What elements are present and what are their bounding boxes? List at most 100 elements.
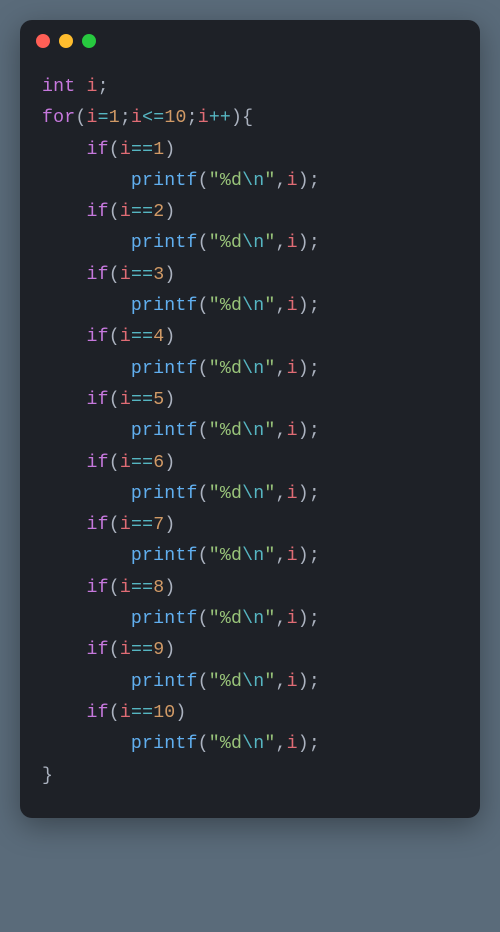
number-literal: 1: [109, 108, 120, 128]
identifier-i: i: [120, 140, 131, 160]
identifier-i: i: [120, 327, 131, 347]
string-quote: ": [209, 672, 220, 692]
string-escape: \n: [242, 233, 264, 253]
comma: ,: [275, 484, 286, 504]
lparen: (: [109, 578, 120, 598]
rparen: ): [164, 578, 175, 598]
rparen: ): [298, 171, 309, 191]
rparen: ): [298, 296, 309, 316]
keyword-if: if: [86, 390, 108, 410]
rparen: ): [298, 233, 309, 253]
lparen: (: [109, 327, 120, 347]
string-body: %d: [220, 734, 242, 754]
lparen: (: [198, 484, 209, 504]
comma: ,: [275, 609, 286, 629]
string-quote: ": [209, 296, 220, 316]
string-quote: ": [209, 359, 220, 379]
rparen: ): [298, 484, 309, 504]
operator-eq: ==: [131, 453, 153, 473]
identifier-i: i: [287, 546, 298, 566]
function-printf: printf: [131, 546, 198, 566]
number-literal: 4: [153, 327, 164, 347]
string-quote: ": [209, 484, 220, 504]
comma: ,: [275, 672, 286, 692]
identifier-i: i: [287, 609, 298, 629]
string-escape: \n: [242, 546, 264, 566]
identifier-i: i: [287, 734, 298, 754]
keyword-int: int: [42, 77, 75, 97]
number-literal: 10: [164, 108, 186, 128]
semicolon: ;: [309, 672, 320, 692]
operator-inc: ++: [209, 108, 231, 128]
comma: ,: [275, 359, 286, 379]
keyword-if: if: [86, 265, 108, 285]
rparen: ): [164, 515, 175, 535]
keyword-for: for: [42, 108, 75, 128]
rparen: ): [164, 265, 175, 285]
identifier-i: i: [120, 640, 131, 660]
string-quote: ": [209, 171, 220, 191]
lparen: (: [198, 296, 209, 316]
comma: ,: [275, 546, 286, 566]
identifier-i: i: [287, 421, 298, 441]
semicolon: ;: [309, 484, 320, 504]
function-printf: printf: [131, 609, 198, 629]
identifier-i: i: [287, 296, 298, 316]
operator-eq: ==: [131, 202, 153, 222]
string-quote: ": [264, 609, 275, 629]
identifier-i: i: [86, 108, 97, 128]
rparen: ): [298, 734, 309, 754]
identifier-i: i: [287, 359, 298, 379]
identifier-i: i: [287, 484, 298, 504]
semicolon: ;: [309, 296, 320, 316]
string-escape: \n: [242, 171, 264, 191]
number-literal: 6: [153, 453, 164, 473]
function-printf: printf: [131, 171, 198, 191]
rparen: ): [164, 140, 175, 160]
string-quote: ": [264, 546, 275, 566]
keyword-if: if: [86, 703, 108, 723]
lparen: (: [109, 453, 120, 473]
operator-eq: ==: [131, 265, 153, 285]
code-window: int i; for(i=1;i<=10;i++){ if(i==1) prin…: [20, 20, 480, 818]
rparen: ): [164, 202, 175, 222]
semicolon: ;: [309, 734, 320, 754]
minimize-icon[interactable]: [59, 34, 73, 48]
keyword-if: if: [86, 578, 108, 598]
identifier-i: i: [120, 515, 131, 535]
identifier-i: i: [287, 672, 298, 692]
string-quote: ": [209, 609, 220, 629]
number-literal: 8: [153, 578, 164, 598]
function-printf: printf: [131, 359, 198, 379]
lparen: (: [109, 140, 120, 160]
string-escape: \n: [242, 734, 264, 754]
string-quote: ": [264, 484, 275, 504]
number-literal: 1: [153, 140, 164, 160]
lparen: (: [109, 640, 120, 660]
semicolon: ;: [309, 171, 320, 191]
lparen: (: [198, 672, 209, 692]
lparen: (: [109, 703, 120, 723]
operator-assign: =: [98, 108, 109, 128]
string-quote: ": [264, 296, 275, 316]
identifier-i: i: [120, 703, 131, 723]
string-quote: ": [209, 734, 220, 754]
string-escape: \n: [242, 672, 264, 692]
lparen: (: [198, 359, 209, 379]
comma: ,: [275, 171, 286, 191]
comma: ,: [275, 421, 286, 441]
rparen: ): [298, 546, 309, 566]
number-literal: 10: [153, 703, 175, 723]
string-body: %d: [220, 609, 242, 629]
semicolon: ;: [187, 108, 198, 128]
rparen: ): [231, 108, 242, 128]
identifier-i: i: [120, 265, 131, 285]
semicolon: ;: [120, 108, 131, 128]
zoom-icon[interactable]: [82, 34, 96, 48]
semicolon: ;: [309, 359, 320, 379]
identifier-i: i: [287, 233, 298, 253]
function-printf: printf: [131, 421, 198, 441]
lparen: (: [75, 108, 86, 128]
close-icon[interactable]: [36, 34, 50, 48]
number-literal: 2: [153, 202, 164, 222]
